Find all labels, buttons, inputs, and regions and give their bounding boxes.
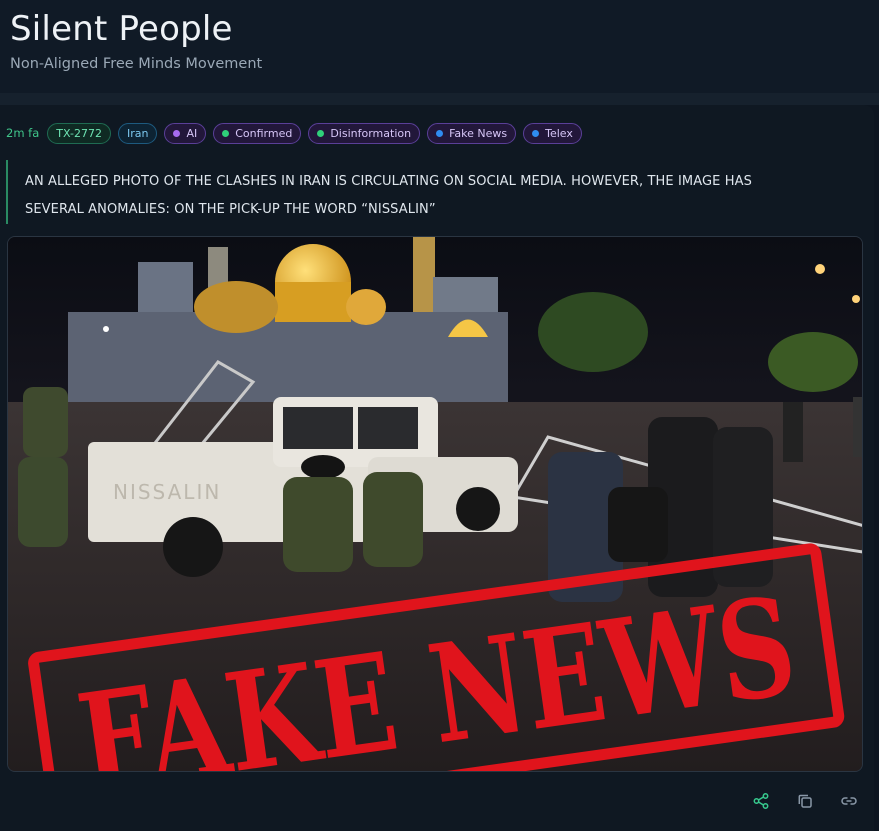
tag-ai[interactable]: AI (164, 122, 207, 144)
tag-label: Disinformation (330, 126, 412, 140)
channel-subtitle: Non-Aligned Free Minds Movement (10, 56, 263, 72)
tag-confirmed[interactable]: Confirmed (213, 122, 302, 144)
tag-disinformation[interactable]: Disinformation (308, 122, 421, 144)
dot-icon (173, 129, 181, 137)
link-icon[interactable] (840, 792, 858, 810)
tag-place[interactable]: Iran (117, 122, 158, 144)
header-divider (0, 93, 879, 105)
tag-label: Confirmed (235, 126, 293, 140)
post-image[interactable]: NISSALIN FAKE NEWS (7, 236, 863, 772)
truck-text: NISSALIN (113, 480, 221, 504)
tag-label: Iran (126, 126, 149, 140)
post-tag-row: 2m fa TX-2772 Iran AI Confirmed Disinfor… (6, 122, 582, 144)
tag-fake-news[interactable]: Fake News (427, 122, 517, 144)
dot-icon (436, 129, 444, 137)
dot-icon (222, 129, 230, 137)
copy-icon[interactable] (796, 792, 814, 810)
tag-label: AI (186, 126, 198, 140)
tag-label: Telex (545, 126, 573, 140)
tag-id[interactable]: TX-2772 (47, 122, 111, 144)
post-text: AN ALLEGED PHOTO OF THE CLASHES IN IRAN … (6, 160, 846, 224)
post-text-line: SEVERAL ANOMALIES: ON THE PICK-UP THE WO… (25, 202, 436, 217)
dot-icon (532, 129, 540, 137)
tag-label: Fake News (449, 126, 508, 140)
post-text-line: AN ALLEGED PHOTO OF THE CLASHES IN IRAN … (25, 174, 752, 189)
share-icon[interactable] (752, 792, 770, 810)
channel-header: Silent People Non-Aligned Free Minds Mov… (0, 0, 879, 93)
photo-illustration: NISSALIN FAKE NEWS (8, 237, 862, 771)
channel-title: Silent People (10, 9, 233, 49)
post-time: 2m fa (6, 126, 40, 140)
tag-telex[interactable]: Telex (523, 122, 582, 144)
post-actions (752, 792, 858, 810)
tag-label: TX-2772 (56, 126, 102, 140)
dot-icon (317, 129, 325, 137)
